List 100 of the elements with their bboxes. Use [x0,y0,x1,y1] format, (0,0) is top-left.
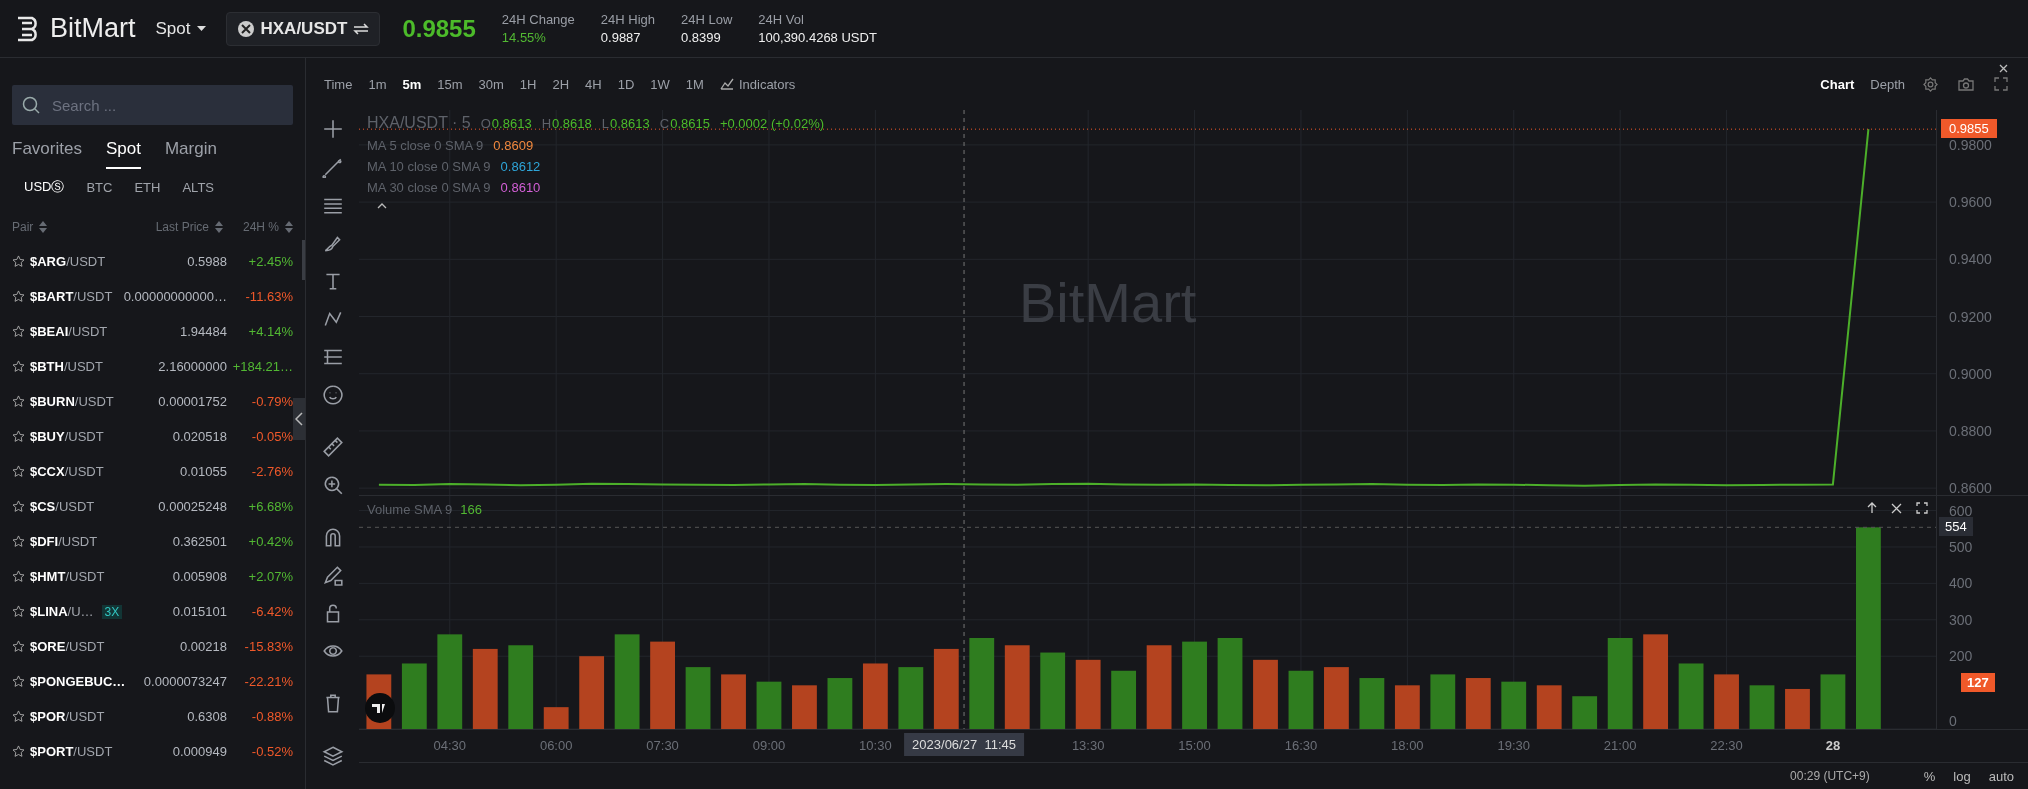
change-cell-text: +184.21… [231,359,293,374]
change-cell-text: -0.79% [250,394,293,409]
ma-value: 0.8609 [493,138,534,153]
change-cell-text: -0.52% [250,744,293,759]
current-volume-label: 554 [1939,517,1973,537]
last-price-cell: 0.5988 [187,254,227,269]
time-label: 04:30 [433,738,467,753]
volume-label: Volume SMA 9 [367,502,453,517]
change-cell-text: +0.42% [247,534,293,549]
pair-symbol: $ARG [30,254,67,269]
pair-quote: /USDT [55,499,95,514]
ma-label: MA 30 close 0 SMA 9 [367,180,491,195]
pair-quote: /USDT [65,569,105,584]
pair-quote: /USDT [73,744,113,759]
time-label: 21:00 [1603,738,1637,753]
pair-quote: /USDT [58,534,98,549]
axis-label: 200 [1949,648,1973,665]
ma-value: 0.8612 [500,159,541,174]
pair-quote: /USDT [65,639,105,654]
time-label: 09:00 [752,738,786,753]
pair-symbol: $CS [30,499,56,514]
last-price: 0.9855 [402,14,476,43]
axis-label: 500 [1949,538,1973,555]
change-cell-text: -0.05% [250,429,293,444]
pair-quote: /USDT [68,324,108,339]
pair-symbol: $PONGEBUC… [30,674,126,689]
time-label: 13:30 [1071,738,1105,753]
leverage-badge: 3X [101,604,123,619]
axis-label: 0.8800 [1949,422,1992,439]
pair-symbol: $HMT [30,569,66,584]
ma-label: MA 10 close 0 SMA 9 [367,159,491,174]
day-label: 28 [1825,738,1841,753]
time-label: 07:30 [646,738,679,753]
change-cell-text: -6.42% [250,604,293,619]
pair-symbol: $PORT [30,744,74,759]
pair-symbol: $CCX [30,464,65,479]
stat-value: 0.8399 [681,30,722,45]
axis-label: 600 [1949,502,1973,519]
last-price-cell: 0.00218 [180,639,227,654]
change-cell-text: -2.76% [250,464,293,479]
change-cell-text: +2.07% [247,569,293,584]
last-price-cell: 0.005908 [172,569,227,584]
change-cell-text: -15.83% [243,639,293,654]
stat-label: 24H Vol [758,12,805,27]
ohlc-value: H0.8618 [541,116,592,131]
time-label: 06:00 [539,738,573,753]
pair-symbol: $POR [30,709,66,724]
last-price-cell: 0.00001752 [158,394,227,409]
change-cell-text: +6.68% [247,499,293,514]
change-cell-text: +4.14% [247,324,293,339]
last-price-cell: 0.000949 [172,744,227,759]
ma-label: MA 5 close 0 SMA 9 [367,138,484,153]
change-cell-text: -11.63% [244,289,293,304]
axis-label: 300 [1949,611,1973,628]
axis-label: 0.8600 [1949,480,1992,495]
stat-value: 100,390.4268 USDT [758,30,877,45]
logo-text: BitMart [50,13,136,44]
pair-quote: /USDT [65,709,105,724]
stat-label: 24H Change [501,12,575,27]
last-price-cell: 1.94484 [180,324,227,339]
last-volume-label: 127 [1961,672,1995,692]
ohlc-value: O0.8613 [480,116,532,131]
time-label: 16:30 [1284,738,1318,753]
time-label: 22:30 [1710,738,1743,753]
stat-label: 24H Low [681,12,733,27]
axis-label: 0.9000 [1949,365,1992,382]
pair-symbol: $BUY [30,429,65,444]
time-label: 15:00 [1178,738,1211,753]
symbol-label: HXA/USDT · 5 [367,114,471,132]
pair-symbol: $BTH [30,359,64,374]
volume-value: 166 [460,502,482,517]
pair-quote: /USDT [64,464,104,479]
ohlc-value: C0.8615 [659,116,710,131]
change-value: +0.0002 (+0.02%) [719,116,824,131]
pair-quote: /USDT [74,394,114,409]
stat-value: 14.55% [501,30,547,45]
ohlc-value: L0.8613 [601,116,650,131]
time-label: 10:30 [859,738,892,753]
axis-label: 0.9600 [1949,194,1992,211]
change-cell-text: +2.45% [247,254,293,269]
pair-symbol: $LINA [30,604,68,619]
last-price-cell: 0.01055 [180,464,227,479]
axis-label: 0.9200 [1949,308,1992,325]
change-cell-text: -0.88% [250,709,293,724]
pair-quote: /USDT [63,359,103,374]
axis-label: 400 [1949,575,1973,592]
pair-symbol: $DFI [30,534,59,549]
last-price-cell: 0.015101 [172,604,227,619]
change-cell-text: -22.21% [243,674,293,689]
ma-value: 0.8610 [500,180,541,195]
crosshair-time-label: 2023/06/27 11:45 [904,733,1024,756]
pair-quote: /USDT [66,254,106,269]
last-price-cell: 0.00025248 [158,499,227,514]
pair-symbol: $BURN [30,394,75,409]
stat-label: 24H High [600,12,655,27]
pair-symbol: $ORE [30,639,66,654]
pair-quote: /USDT [73,289,113,304]
pair-symbol: $BEAI [30,324,69,339]
time-label: 19:30 [1497,738,1530,753]
time-label: 18:00 [1391,738,1424,753]
